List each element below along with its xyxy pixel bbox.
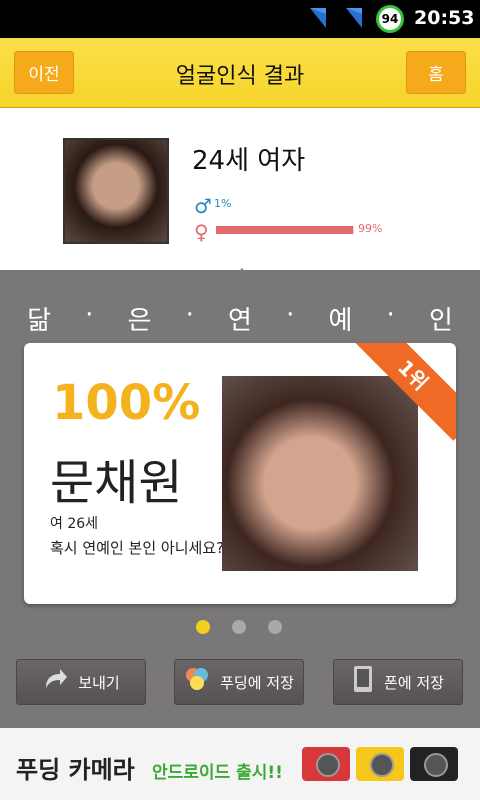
pager-dots: [196, 620, 282, 634]
camera-icon: [300, 738, 460, 790]
clock: 20:53: [414, 7, 475, 29]
celebrity-question: 혹시 연예인 본인 아니세요?: [50, 539, 225, 557]
user-photo: [63, 138, 169, 244]
header-char: 예: [328, 306, 353, 336]
ad-subtitle: 안드로이드 출시!!: [152, 763, 283, 783]
pudding-save-label: 푸딩에 저장: [220, 673, 294, 692]
female-percent: 99%: [358, 222, 383, 235]
pudding-icon: [184, 666, 210, 698]
pudding-save-button[interactable]: 푸딩에 저장: [174, 659, 304, 705]
pager-dot[interactable]: [232, 620, 246, 634]
celebrity-card[interactable]: 100% 문채원 여 26세 혹시 연예인 본인 아니세요? 1위: [24, 343, 456, 604]
phone-save-button[interactable]: 폰에 저장: [333, 659, 463, 705]
header-char: 닮: [27, 306, 51, 336]
page-title: 얼굴인식 결과: [175, 64, 305, 89]
profile-section: 24세 여자 ♂ 1% ♀ 99%: [0, 108, 480, 270]
celebrity-header: 닮 · 은 · 연 · 예 · 인: [0, 300, 480, 337]
celebrity-info: 여 26세: [50, 516, 99, 532]
pager-dot[interactable]: [196, 620, 210, 634]
back-button[interactable]: 이전: [14, 51, 74, 94]
send-label: 보내기: [78, 673, 120, 692]
ad-title: 푸딩 카메라: [16, 756, 135, 784]
celebrity-name: 문채원: [50, 455, 183, 511]
phone-save-label: 폰에 저장: [384, 673, 444, 692]
status-bar: 94 20:53: [0, 0, 480, 38]
male-percent: 1%: [214, 197, 232, 210]
header-separator: ·: [286, 300, 295, 330]
female-progress-fill: [216, 226, 353, 234]
send-button[interactable]: 보내기: [16, 659, 146, 705]
share-arrow-icon: [42, 666, 68, 698]
header-char: 인: [428, 306, 453, 336]
match-percent: 100%: [52, 375, 201, 431]
header-separator: ·: [85, 300, 94, 330]
home-button[interactable]: 홈: [406, 51, 466, 94]
age-gender-label: 24세 여자: [192, 146, 306, 176]
battery-icon: 94: [376, 5, 404, 33]
signal-icon: [344, 6, 364, 30]
signal-icon: [308, 6, 328, 30]
ad-banner[interactable]: 푸딩 카메라 안드로이드 출시!!: [0, 728, 480, 800]
pager-dot[interactable]: [268, 620, 282, 634]
phone-icon: [352, 665, 374, 699]
female-progress-bar: [216, 226, 354, 234]
header-separator: ·: [185, 300, 194, 330]
section-pointer: [232, 268, 252, 280]
header-char: 은: [127, 306, 152, 336]
male-icon: ♂: [194, 194, 212, 218]
female-icon: ♀: [194, 220, 209, 244]
header-char: 연: [228, 306, 252, 336]
celebrity-photo: [222, 376, 418, 571]
title-bar: 이전 얼굴인식 결과 홈: [0, 38, 480, 108]
header-separator: ·: [386, 300, 395, 330]
